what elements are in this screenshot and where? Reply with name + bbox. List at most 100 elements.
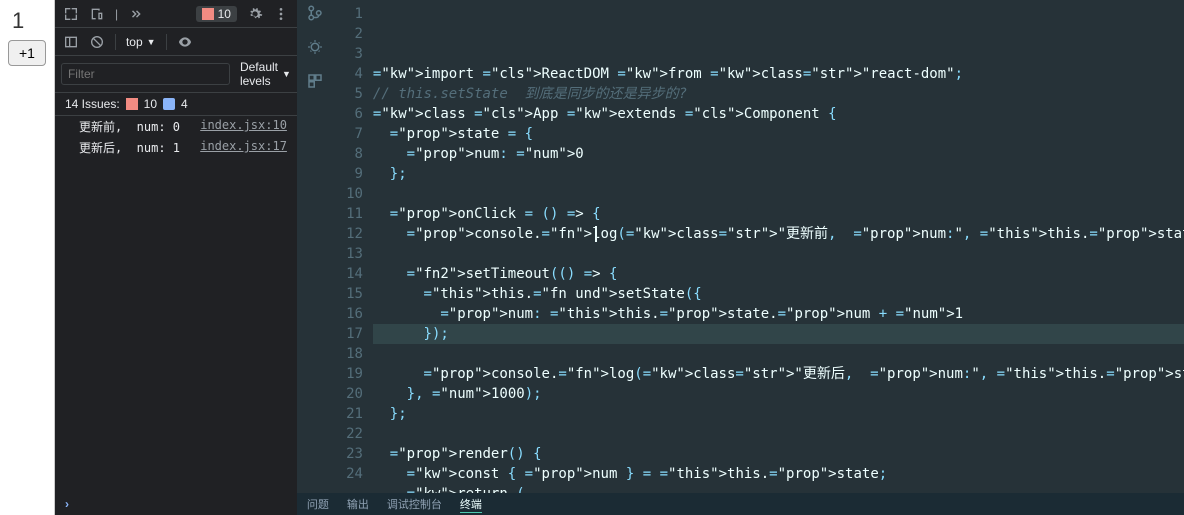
- overflow-tabs-icon[interactable]: [128, 6, 144, 22]
- line-number: 15: [333, 284, 363, 304]
- line-number: 17: [333, 324, 363, 344]
- console-log-list: 更新前, num: 0index.jsx:10更新后, num: 1index.…: [55, 116, 297, 493]
- live-expression-icon[interactable]: [177, 34, 193, 50]
- message-icon: [163, 98, 175, 110]
- line-number: 10: [333, 184, 363, 204]
- devtools-tabstrip: | 10: [55, 0, 297, 28]
- log-message: 更新前, num: 0: [79, 118, 200, 135]
- line-number: 8: [333, 144, 363, 164]
- log-source-link[interactable]: index.jsx:10: [200, 118, 287, 135]
- context-selector-label: top: [126, 35, 143, 49]
- line-number: 6: [333, 104, 363, 124]
- filter-input[interactable]: [61, 63, 230, 85]
- log-levels-dropdown[interactable]: Default levels ▼: [240, 60, 291, 88]
- source-control-icon[interactable]: [306, 4, 324, 22]
- line-number: 1: [333, 4, 363, 24]
- line-number: 5: [333, 84, 363, 104]
- code-line[interactable]: ="prop">render() {: [373, 444, 1184, 464]
- code-line[interactable]: ="prop">num: ="num">0: [373, 144, 1184, 164]
- log-levels-label: Default levels: [240, 60, 278, 88]
- tab-terminal[interactable]: 终端: [460, 496, 482, 513]
- device-toggle-icon[interactable]: [89, 6, 105, 22]
- code-line[interactable]: }, ="num">1000);: [373, 384, 1184, 404]
- error-icon: [202, 8, 214, 20]
- settings-gear-icon[interactable]: [247, 6, 263, 22]
- error-badge[interactable]: 10: [196, 6, 237, 22]
- line-number: 12: [333, 224, 363, 244]
- line-number: 24: [333, 464, 363, 484]
- console-toolbar: top ▼: [55, 28, 297, 56]
- code-line[interactable]: [373, 344, 1184, 364]
- line-number: 11: [333, 204, 363, 224]
- code-line[interactable]: };: [373, 164, 1184, 184]
- code-area[interactable]: 123456789101112131415161718192021222324 …: [297, 0, 1184, 493]
- context-selector[interactable]: top ▼: [126, 35, 156, 49]
- clear-console-icon[interactable]: [89, 34, 105, 50]
- issues-bar[interactable]: 14 Issues: 10 4: [55, 93, 297, 116]
- debug-icon[interactable]: [306, 38, 324, 56]
- issues-message-count: 4: [181, 97, 188, 111]
- code-line[interactable]: ="prop">state = {: [373, 124, 1184, 144]
- code-line[interactable]: ="kw">const { ="prop">num } = ="this">th…: [373, 464, 1184, 484]
- code-line[interactable]: };: [373, 404, 1184, 424]
- separator: [166, 34, 167, 50]
- line-number: 3: [333, 44, 363, 64]
- line-number: 9: [333, 164, 363, 184]
- code-line[interactable]: ="prop">console.="fn">log(="kw">class="s…: [373, 224, 1184, 244]
- element-picker-icon[interactable]: [63, 6, 79, 22]
- chevron-down-icon: ▼: [147, 37, 156, 47]
- code-line[interactable]: [373, 184, 1184, 204]
- code-line[interactable]: ="fn2">setTimeout(() => {: [373, 264, 1184, 284]
- tab-debug-console[interactable]: 调试控制台: [387, 496, 442, 512]
- line-number: 16: [333, 304, 363, 324]
- kebab-menu-icon[interactable]: [273, 6, 289, 22]
- activity-bar: [301, 4, 329, 90]
- code-line[interactable]: ="prop">num: ="this">this.="prop">state.…: [373, 304, 1184, 324]
- code-line[interactable]: ="kw">return (: [373, 484, 1184, 493]
- issues-label: 14 Issues:: [65, 97, 120, 111]
- console-log-entry: 更新后, num: 1index.jsx:17: [55, 137, 297, 158]
- line-number-gutter: 123456789101112131415161718192021222324: [333, 4, 373, 493]
- error-count: 10: [218, 7, 231, 21]
- line-number: 18: [333, 344, 363, 364]
- code-line[interactable]: ="kw">class ="cls">App ="kw">extends ="c…: [373, 104, 1184, 124]
- line-number: 19: [333, 364, 363, 384]
- separator: [115, 34, 116, 50]
- extensions-icon[interactable]: [306, 72, 324, 90]
- code-line[interactable]: ="this">this.="fn und">setState({: [373, 284, 1184, 304]
- text-cursor: [595, 226, 597, 242]
- console-sidebar-toggle-icon[interactable]: [63, 34, 79, 50]
- code-line[interactable]: ="prop">console.="fn">log(="kw">class="s…: [373, 364, 1184, 384]
- line-number: 23: [333, 444, 363, 464]
- line-number: 4: [333, 64, 363, 84]
- line-number: 20: [333, 384, 363, 404]
- console-log-entry: 更新前, num: 0index.jsx:10: [55, 116, 297, 137]
- line-number: 2: [333, 24, 363, 44]
- chevron-down-icon: ▼: [282, 69, 291, 79]
- log-message: 更新后, num: 1: [79, 139, 200, 156]
- code-line[interactable]: });: [373, 324, 1184, 344]
- increment-button[interactable]: +1: [8, 40, 46, 66]
- console-prompt[interactable]: ›: [55, 493, 297, 515]
- issues-error-count: 10: [144, 97, 157, 111]
- code-line[interactable]: ="kw">import ="cls">ReactDOM ="kw">from …: [373, 64, 1184, 84]
- rendered-number: 1: [12, 8, 46, 34]
- code-content[interactable]: ="kw">import ="cls">ReactDOM ="kw">from …: [373, 4, 1184, 493]
- browser-viewport: 1 +1: [0, 0, 55, 515]
- console-filter-row: Default levels ▼: [55, 56, 297, 93]
- code-line[interactable]: [373, 424, 1184, 444]
- line-number: 21: [333, 404, 363, 424]
- log-source-link[interactable]: index.jsx:17: [200, 139, 287, 156]
- tab-output[interactable]: 输出: [347, 496, 369, 512]
- line-number: 13: [333, 244, 363, 264]
- code-editor: 123456789101112131415161718192021222324 …: [297, 0, 1184, 515]
- panel-tabs: 问题 输出 调试控制台 终端 1: node: [297, 493, 1184, 515]
- line-number: 22: [333, 424, 363, 444]
- code-line[interactable]: [373, 244, 1184, 264]
- tab-problems[interactable]: 问题: [307, 496, 329, 512]
- devtools-panel: | 10 top ▼ Default levels: [55, 0, 297, 515]
- code-line[interactable]: // this.setState 到底是同步的还是异步的?: [373, 84, 1184, 104]
- tabstrip-separator: |: [115, 7, 118, 21]
- line-number: 7: [333, 124, 363, 144]
- code-line[interactable]: ="prop">onClick = () => {: [373, 204, 1184, 224]
